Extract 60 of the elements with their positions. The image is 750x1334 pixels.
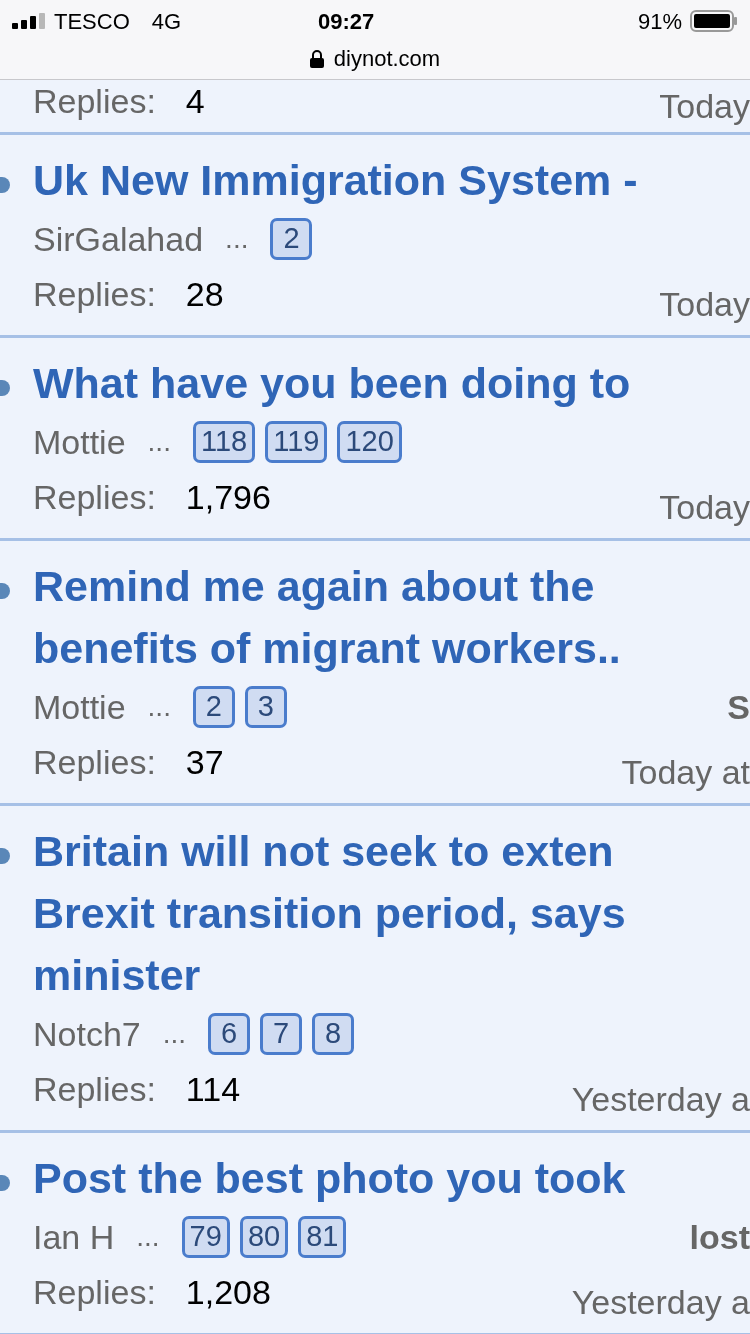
network-type: 4G (151, 7, 182, 36)
page-link[interactable]: 79 (181, 1216, 230, 1258)
last-poster[interactable]: lost (689, 1211, 750, 1263)
replies-count: 28 (185, 274, 224, 315)
ellipsis-text: ... (147, 425, 171, 459)
thread-title[interactable]: Remind me again about the benefits of migrant workers.. (33, 555, 750, 679)
page-link[interactable]: 119 (265, 421, 328, 463)
lock-icon (309, 49, 324, 68)
author-name[interactable]: Mottie (33, 416, 126, 468)
author-name[interactable]: Ian H (33, 1211, 115, 1263)
battery-icon (690, 10, 738, 32)
bullet-icon (0, 848, 10, 864)
bullet-icon (0, 177, 10, 193)
bullet-icon (0, 583, 10, 599)
last-post-time: Today at (621, 752, 750, 793)
ellipsis-text: ... (147, 690, 171, 724)
replies-label: Replies: (33, 81, 156, 122)
replies-label: Replies: (33, 742, 156, 783)
carrier-name: TESCO (54, 7, 130, 36)
last-post-time: Today (659, 487, 750, 528)
replies-label: Replies: (33, 1069, 156, 1110)
author-name[interactable]: SirGalahad (33, 213, 204, 265)
last-poster[interactable]: S (727, 681, 750, 733)
page-link[interactable]: 118 (192, 421, 256, 463)
bullet-icon (0, 380, 10, 396)
replies-count: 4 (185, 81, 205, 122)
bullet-icon (0, 1175, 10, 1191)
ellipsis-text: ... (136, 1220, 160, 1254)
signal-icon (12, 13, 48, 29)
last-post-time: Yesterday a (571, 1079, 750, 1120)
thread-title[interactable]: Uk New Immigration System - (33, 149, 750, 211)
last-post-time: Today (659, 86, 750, 126)
page-link[interactable]: 3 (244, 686, 287, 728)
battery-percent: 91% (637, 7, 682, 36)
page-link[interactable]: 2 (192, 686, 235, 728)
author-name[interactable]: Notch7 (33, 1008, 141, 1060)
clock-time: 09:27 (318, 7, 375, 36)
last-post-time: Today (659, 284, 750, 325)
address-url[interactable]: diynot.com (333, 42, 441, 75)
page-link[interactable]: 80 (239, 1216, 289, 1258)
page-link[interactable]: 6 (208, 1013, 251, 1055)
page-link[interactable]: 120 (337, 421, 402, 463)
page-link[interactable]: 7 (260, 1013, 303, 1055)
thread-title[interactable]: Post the best photo you took (33, 1147, 750, 1209)
author-name[interactable]: Mottie (33, 681, 126, 733)
replies-count: 1,796 (185, 477, 271, 518)
ellipsis-text: ... (162, 1017, 187, 1051)
thread-title[interactable]: Britain will not seek to exten Brexit transition period, says minister (33, 820, 750, 1006)
replies-label: Replies: (33, 477, 156, 518)
page-link[interactable]: 8 (312, 1013, 355, 1055)
page-link[interactable]: 2 (270, 218, 313, 260)
replies-count: 37 (185, 742, 224, 783)
replies-label: Replies: (33, 274, 156, 315)
last-post-time: Yesterday a (571, 1282, 750, 1323)
replies-count: 1,208 (185, 1272, 271, 1313)
replies-label: Replies: (33, 1272, 156, 1313)
thread-title[interactable]: What have you been doing to (33, 352, 750, 414)
ellipsis-text: ... (225, 222, 249, 256)
page-link[interactable]: 81 (298, 1216, 347, 1258)
replies-count: 114 (185, 1069, 241, 1110)
